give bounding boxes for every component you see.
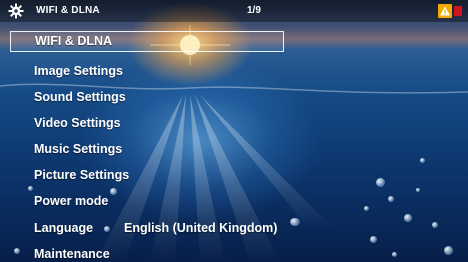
- bubble: [370, 236, 377, 243]
- menu-item-image-settings[interactable]: Image Settings: [34, 64, 123, 78]
- menu-item-maintenance[interactable]: Maintenance: [34, 247, 110, 261]
- bubble: [364, 206, 369, 211]
- menu-item-language[interactable]: Language: [34, 221, 93, 235]
- bubble: [416, 188, 420, 192]
- bubble: [392, 252, 397, 257]
- settings-screen: WIFI & DLNA 1/9 WIFI & DLNA Image Settin…: [0, 0, 468, 262]
- menu-item-sound-settings[interactable]: Sound Settings: [34, 90, 126, 104]
- bubble: [376, 178, 385, 187]
- menu-item-power-mode[interactable]: Power mode: [34, 194, 108, 208]
- alert-indicator: [454, 6, 462, 16]
- bubble: [404, 214, 412, 222]
- bubble: [420, 158, 425, 163]
- menu-item-wifi-dlna[interactable]: WIFI & DLNA: [10, 31, 284, 52]
- bubble: [388, 196, 394, 202]
- menu-item-picture-settings[interactable]: Picture Settings: [34, 168, 129, 182]
- menu-item-video-settings[interactable]: Video Settings: [34, 116, 121, 130]
- bubble: [444, 246, 453, 255]
- settings-menu: WIFI & DLNA Image Settings Sound Setting…: [0, 0, 300, 262]
- warning-icon: [438, 4, 452, 18]
- bubble: [432, 222, 438, 228]
- menu-item-music-settings[interactable]: Music Settings: [34, 142, 122, 156]
- language-value: English (United Kingdom): [124, 221, 278, 235]
